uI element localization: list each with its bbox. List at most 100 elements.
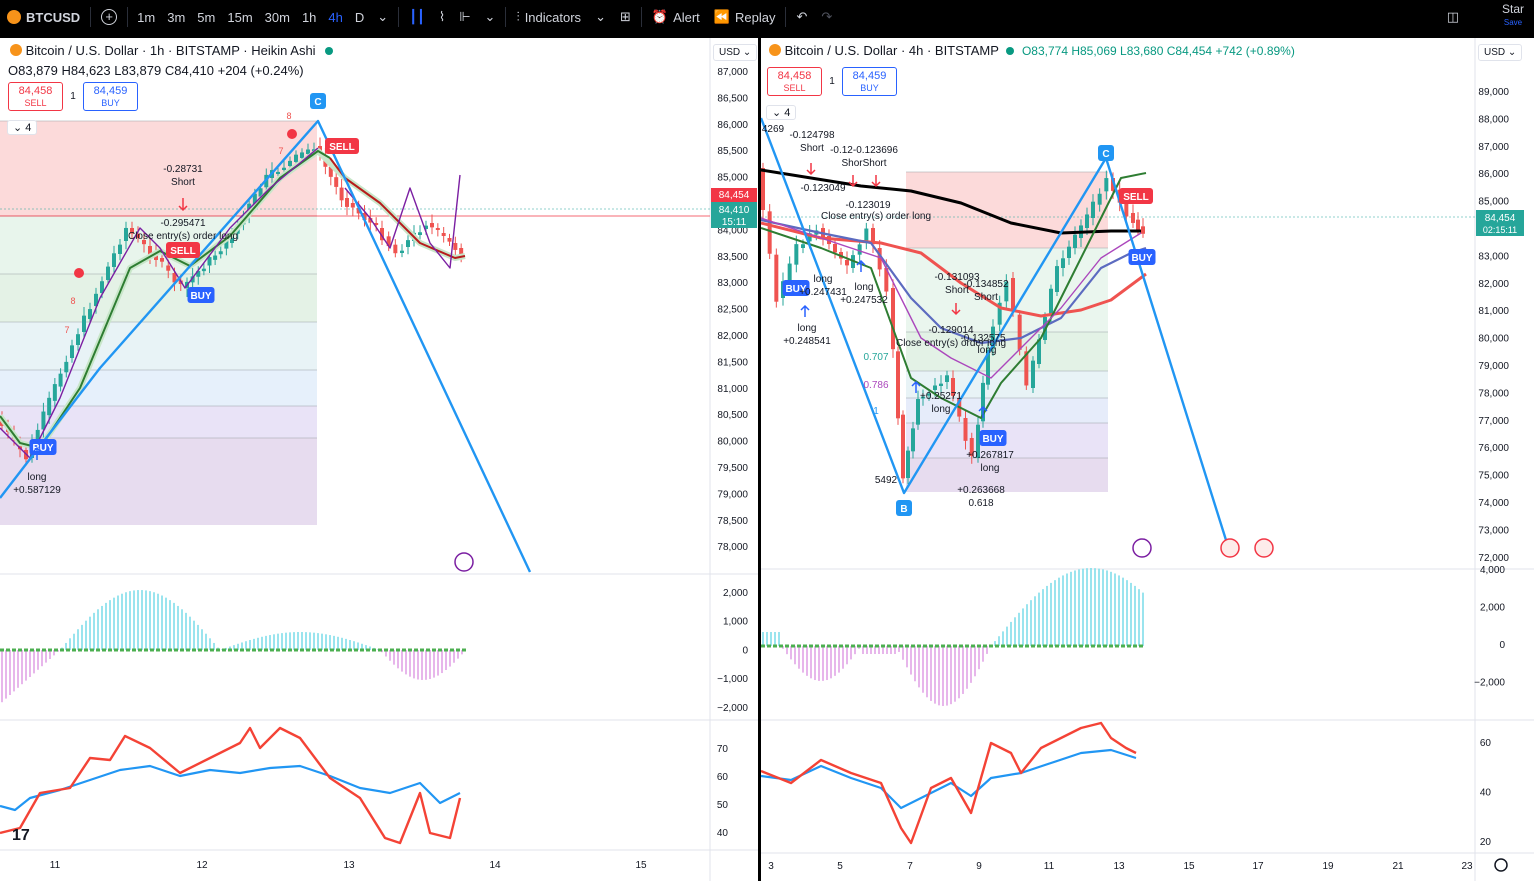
indicators-chevron-icon[interactable]: ⌄ (588, 0, 613, 34)
heikin-ashi-candle (82, 315, 86, 332)
fib-zone (0, 121, 317, 216)
trade-label: long (28, 472, 47, 483)
alert-button[interactable]: ⏰ Alert (645, 0, 707, 34)
heikin-ashi-candle (47, 397, 52, 416)
sell-signal-badge: SELL (170, 246, 196, 257)
rsi-tick: 20 (1480, 837, 1492, 848)
trade-label: -0.123019 (845, 200, 890, 211)
divider (127, 7, 129, 27)
timeframe-3m[interactable]: 3m (161, 0, 191, 34)
buy-price: 84,459 (93, 85, 128, 97)
candle (916, 399, 920, 425)
trade-label: 5492 (875, 475, 898, 486)
plus-circle-icon: + (101, 9, 118, 25)
buy-label: BUY (860, 83, 879, 93)
sell-price: 84,458 (777, 70, 812, 82)
heikin-ashi-candle (339, 187, 344, 201)
heikin-ashi-candle (118, 244, 122, 254)
heikin-ashi-candle (430, 223, 434, 228)
timeframe-d[interactable]: D (349, 0, 370, 34)
timeframe-dropdown-chevron-icon[interactable]: ⌄ (370, 0, 395, 34)
currency-select[interactable]: USD ⌄ (1478, 44, 1523, 61)
us-flag-event-icon (1220, 538, 1240, 558)
top-toolbar: BTCUSD + 1m 3m 5m 15m 30m 1h 4h D ⌄ ┃┃ ⌇… (0, 0, 1534, 34)
replay-button[interactable]: ⏪ Replay (707, 0, 783, 34)
heikin-ashi-candle (400, 250, 404, 253)
heikin-ashi-candle (294, 154, 298, 162)
fib-zone (0, 216, 317, 274)
undo-icon[interactable]: ↶ (789, 0, 814, 34)
timeframe-1m[interactable]: 1m (131, 0, 161, 34)
candle (1085, 214, 1089, 228)
price-tick: 87,000 (717, 67, 748, 78)
indicator-collapse-button[interactable]: ⌄ 4 (7, 120, 38, 135)
symbol-name: BTCUSD (26, 9, 81, 25)
timeframe-15m[interactable]: 15m (221, 0, 258, 34)
chart-title: Bitcoin / U.S. Dollar · 4h · BITSTAMP (784, 43, 999, 58)
templates-grid-icon[interactable]: ⊞ (613, 0, 638, 34)
sequence-count: 8 (70, 296, 75, 306)
fib-zone (0, 322, 317, 370)
sell-label: SELL (24, 98, 47, 108)
trade-label: long (814, 274, 833, 285)
symbol-search[interactable]: BTCUSD (0, 0, 87, 34)
candle (1049, 288, 1053, 316)
trade-label: long (855, 282, 874, 293)
timeframe-1h[interactable]: 1h (296, 0, 322, 34)
trade-label: -0.12-0.123696 (830, 145, 898, 156)
chart-canvas-1h[interactable]: 87,00086,50086,00085,50085,00084,50084,0… (0, 38, 758, 881)
price-tick: 86,000 (1478, 169, 1509, 180)
redo-icon[interactable]: ↷ (814, 0, 839, 34)
price-tick: 80,000 (1478, 334, 1509, 345)
candle (891, 288, 895, 350)
macd-tick: 0 (1499, 640, 1505, 651)
add-symbol-button[interactable]: + (94, 0, 124, 34)
heikin-ashi-candle (306, 149, 310, 154)
divider (640, 7, 642, 27)
sell-button[interactable]: 84,458 SELL (767, 67, 822, 96)
bar-countdown: 15:11 (722, 217, 747, 228)
currency-select[interactable]: USD ⌄ (713, 44, 758, 61)
candle (1031, 360, 1035, 388)
quantity[interactable]: 1 (822, 76, 842, 87)
line-chart-type-icon[interactable]: ⌇ (432, 0, 452, 34)
sell-button[interactable]: 84,458 SELL (8, 82, 63, 111)
candle (939, 383, 943, 386)
macd-tick: 0 (742, 645, 748, 656)
heikin-ashi-candle (435, 228, 440, 230)
ma-red-line (329, 157, 466, 259)
bitcoin-icon (7, 10, 21, 24)
sell-signal-badge: SELL (1123, 192, 1149, 203)
short-arrow-icon (871, 175, 881, 188)
buy-button[interactable]: 84,459 BUY (83, 82, 138, 111)
quantity[interactable]: 1 (63, 91, 83, 102)
layout-split-icon[interactable]: ◫ (1440, 0, 1466, 34)
indicator-collapse-button[interactable]: ⌄ 4 (766, 105, 797, 120)
bar-countdown: 02:15:11 (1483, 225, 1517, 235)
bars-chart-type-icon[interactable]: ⊩ (452, 0, 477, 34)
chart-canvas-4h[interactable]: 89,00088,00087,00086,00085,00084,00083,0… (761, 38, 1534, 881)
market-open-dot-icon (325, 47, 334, 55)
sequence-count: 8 (286, 111, 291, 121)
chart-type-chevron-icon[interactable]: ⌄ (478, 0, 503, 34)
sell-label: SELL (783, 83, 806, 93)
timeframe-5m[interactable]: 5m (191, 0, 221, 34)
star-save-button[interactable]: Star Save (1502, 3, 1524, 29)
candles-chart-type-icon[interactable]: ┃┃ (402, 0, 432, 34)
price-tick: 82,500 (717, 305, 748, 316)
chart-pane-4h[interactable]: 89,00088,00087,00086,00085,00084,00083,0… (761, 38, 1534, 881)
time-tick: 15 (635, 860, 647, 871)
buy-price: 84,459 (852, 70, 887, 82)
timeframe-4h[interactable]: 4h (322, 0, 348, 34)
chart-legend: Bitcoin / U.S. Dollar · 1h · BITSTAMP · … (10, 43, 334, 58)
timeframe-30m[interactable]: 30m (259, 0, 296, 34)
trade-label: long (932, 404, 951, 415)
macd-tick: 1,000 (723, 617, 748, 628)
macd-tick: 2,000 (723, 588, 748, 599)
chart-pane-1h[interactable]: 87,00086,50086,00085,50085,00084,50084,0… (0, 38, 758, 881)
candle (963, 418, 968, 441)
rsi-tick: 40 (1480, 788, 1492, 799)
indicators-button[interactable]: ⫶ Indicators (509, 0, 588, 34)
trade-label: Short (800, 143, 824, 154)
buy-button[interactable]: 84,459 BUY (842, 67, 897, 96)
